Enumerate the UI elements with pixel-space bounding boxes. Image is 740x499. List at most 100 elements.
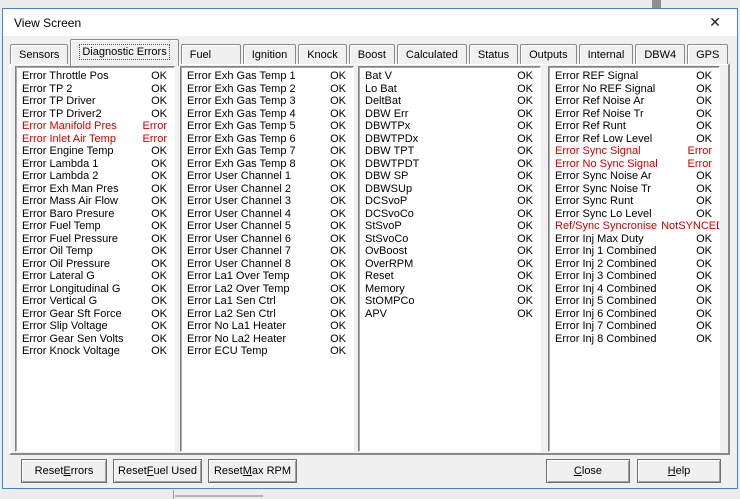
error-panel[interactable]: Error Exh Gas Temp 1OKError Exh Gas Temp… <box>180 66 354 452</box>
tab-boost[interactable]: Boost <box>349 44 395 64</box>
tab-gps[interactable]: GPS <box>687 44 728 64</box>
error-value: OK <box>151 158 167 171</box>
error-row: Error La2 Sen CtrlOK <box>181 308 353 321</box>
error-row: Error Inj 6 CombinedOK <box>549 308 719 321</box>
button-label: lose <box>582 465 602 477</box>
error-value: OK <box>151 170 167 183</box>
error-row: Error Longitudinal GOK <box>16 283 174 296</box>
button-label: Reset <box>214 465 243 477</box>
error-value: OK <box>151 108 167 121</box>
error-label: Error User Channel 3 <box>187 195 291 208</box>
tab-fuel[interactable]: Fuel <box>181 44 241 64</box>
tab-sensors[interactable]: Sensors <box>10 44 68 64</box>
error-row: Error Gear Sft ForceOK <box>16 308 174 321</box>
error-value: OK <box>151 233 167 246</box>
error-label: Error Exh Gas Temp 3 <box>187 95 296 108</box>
error-label: Error Inj 3 Combined <box>555 270 657 283</box>
error-value: OK <box>151 145 167 158</box>
error-value: OK <box>330 195 346 208</box>
error-label: Bat V <box>365 70 392 83</box>
error-label: OvBoost <box>365 245 407 258</box>
error-value: OK <box>696 120 712 133</box>
tab-internal[interactable]: Internal <box>579 44 634 64</box>
error-value: OK <box>517 145 533 158</box>
error-value: OK <box>330 145 346 158</box>
error-label: Error No La2 Heater <box>187 333 286 346</box>
error-row: Error Exh Gas Temp 7OK <box>181 145 353 158</box>
error-row: Error Lambda 2OK <box>16 170 174 183</box>
error-row: StSvoPOK <box>359 220 540 233</box>
button-label: F <box>147 465 154 477</box>
error-value: OK <box>517 108 533 121</box>
tab-status[interactable]: Status <box>469 44 518 64</box>
error-label: Error Lateral G <box>22 270 95 283</box>
tab-dbw4[interactable]: DBW4 <box>635 44 685 64</box>
tab-knock[interactable]: Knock <box>298 44 347 64</box>
error-row: Error Knock VoltageOK <box>16 345 174 358</box>
tab-strip: Sensors Diagnostic ErrorsFuel Ignition Knoc… <box>10 42 729 64</box>
error-row: Error La1 Over TempOK <box>181 270 353 283</box>
error-row: Error Sync RuntOK <box>549 195 719 208</box>
reset-max-rpm-button[interactable]: Reset Max RPM <box>208 459 297 483</box>
error-row: Error User Channel 8OK <box>181 258 353 271</box>
error-panel[interactable]: Error REF SignalOKError No REF SignalOKE… <box>548 66 720 452</box>
tab-label: Ignition <box>252 49 287 61</box>
error-value: OK <box>696 133 712 146</box>
tab-ignition[interactable]: Ignition <box>243 44 296 64</box>
error-row: DCSvoPOK <box>359 195 540 208</box>
error-label: Error Inj Max Duty <box>555 233 644 246</box>
reset-errors-button[interactable]: Reset Errors <box>21 459 107 483</box>
error-value: Error <box>688 145 712 158</box>
error-label: Error Lambda 1 <box>22 158 98 171</box>
error-row: Error User Channel 3 OK <box>181 195 353 208</box>
close-button[interactable]: Close <box>546 459 630 483</box>
close-icon[interactable]: ✕ <box>693 9 737 36</box>
error-value: OK <box>517 220 533 233</box>
tab-label: Boost <box>358 49 386 61</box>
error-value: OK <box>151 270 167 283</box>
reset-fuel-used-button[interactable]: Reset Fuel Used <box>113 459 202 483</box>
error-label: Error Vertical G <box>22 295 97 308</box>
background-window-edge <box>652 0 661 8</box>
error-row: Error Sync Lo LevelOK <box>549 208 719 221</box>
error-value: OK <box>517 233 533 246</box>
button-label: E <box>63 465 70 477</box>
error-row: Error La2 Over TempOK <box>181 283 353 296</box>
error-row: Error Throttle PosOK <box>16 70 174 83</box>
tab-label: Calculated <box>406 49 458 61</box>
error-label: Error Throttle Pos <box>22 70 109 83</box>
error-row: MemoryOK <box>359 283 540 296</box>
tab-diagnostic-errors[interactable]: Diagnostic Errors <box>70 39 178 66</box>
error-label: DCSvoCo <box>365 208 414 221</box>
error-value: OK <box>517 95 533 108</box>
error-panel[interactable]: Bat VOKLo BatOKDeltBatOKDBW ErrOKDBWTPxO… <box>358 66 541 452</box>
error-row: Error Sync Noise Ar OK <box>549 170 719 183</box>
error-value: OK <box>330 95 346 108</box>
error-label: StSvoCo <box>365 233 408 246</box>
error-value: OK <box>330 320 346 333</box>
error-label: DBW TPT <box>365 145 414 158</box>
error-row: StSvoCo OK <box>359 233 540 246</box>
error-value: OK <box>151 83 167 96</box>
error-row: DBWTPDTOK <box>359 158 540 171</box>
help-button[interactable]: Help <box>637 459 721 483</box>
error-row: Error Inj 8 CombinedOK <box>549 333 719 346</box>
error-value: OK <box>517 208 533 221</box>
button-label: Reset <box>118 465 147 477</box>
error-label: Error Sync Noise Ar <box>555 170 652 183</box>
tab-calculated[interactable]: Calculated <box>397 44 467 64</box>
error-label: DBWTPx <box>365 120 410 133</box>
error-value: NotSYNCED <box>661 220 720 233</box>
error-panel[interactable]: Error Throttle PosOKError TP 2OKError TP… <box>15 66 175 452</box>
error-value: OK <box>330 283 346 296</box>
error-value: OK <box>696 170 712 183</box>
error-value: OK <box>517 245 533 258</box>
error-label: Error Exh Gas Temp 2 <box>187 83 296 96</box>
error-label: Error Ref Low Level <box>555 133 652 146</box>
error-value: OK <box>696 295 712 308</box>
error-label: DBWTPDT <box>365 158 419 171</box>
tab-outputs[interactable]: Outputs <box>520 44 577 64</box>
error-label: Error Exh Gas Temp 5 <box>187 120 296 133</box>
error-value: OK <box>151 245 167 258</box>
tab-label: Sensors <box>19 49 59 61</box>
